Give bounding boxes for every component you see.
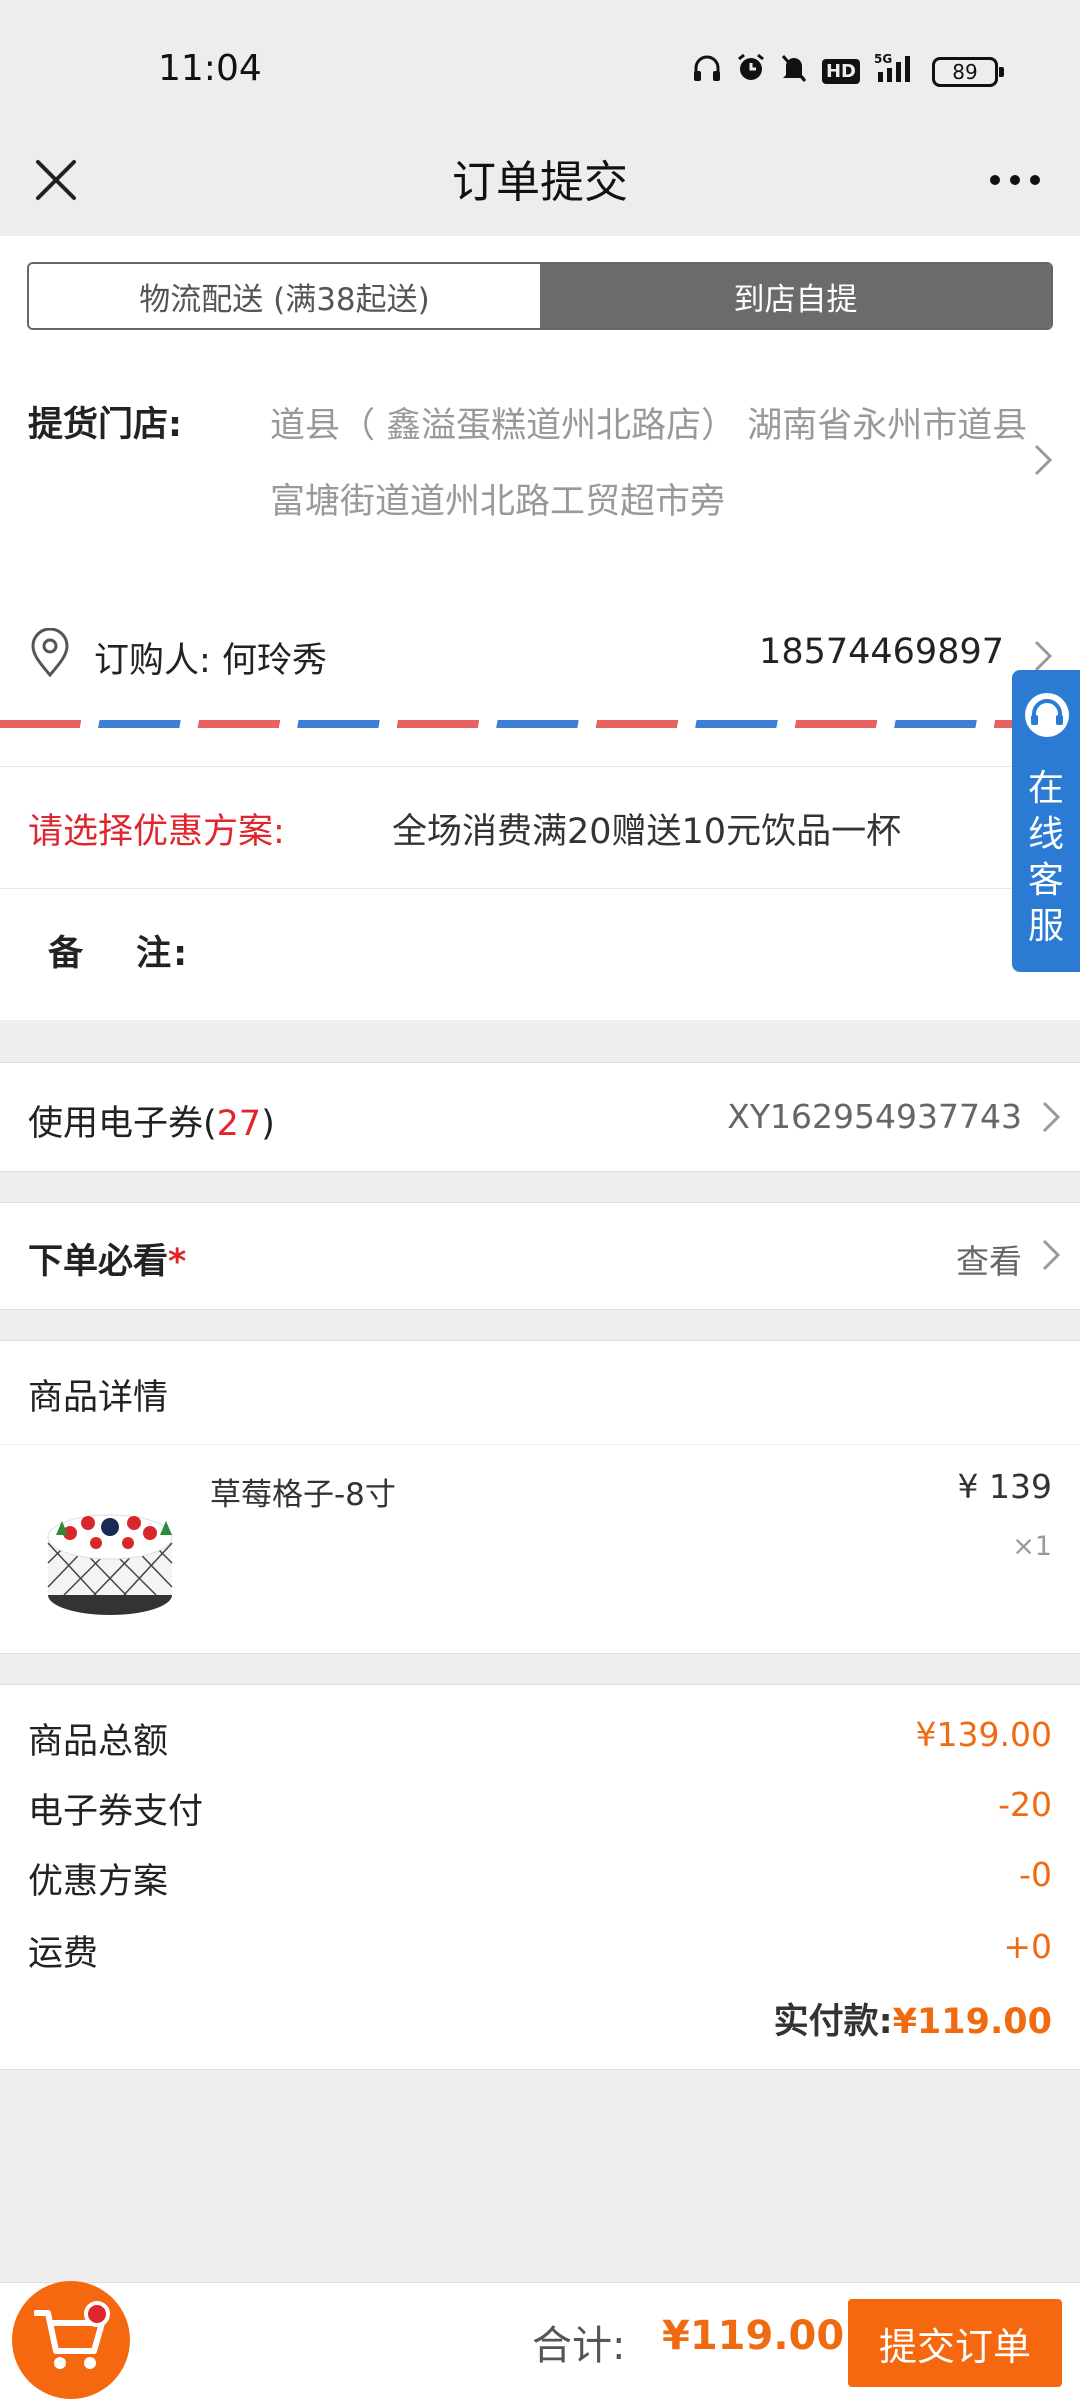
mute-icon bbox=[780, 53, 808, 90]
coupon-chevron[interactable] bbox=[1040, 1099, 1062, 1135]
tab-logistics[interactable]: 物流配送 (满38起送) bbox=[29, 264, 540, 328]
total-label: 合计: bbox=[532, 2323, 626, 2369]
promo-label: 请选择优惠方案: bbox=[28, 812, 285, 852]
summary-row: 优惠方案 -0 bbox=[0, 1853, 1080, 1913]
summary-label: 运费 bbox=[28, 1934, 99, 1974]
more-button[interactable] bbox=[980, 150, 1050, 210]
status-time: 11:04 bbox=[158, 48, 262, 89]
buyer-chevron[interactable] bbox=[1032, 638, 1054, 674]
actual-payment-amount: ¥119.00 bbox=[892, 2002, 1052, 2042]
signal-icon: 5G bbox=[874, 52, 918, 91]
required-mark: * bbox=[168, 1242, 187, 1282]
goods-header: 商品详情 bbox=[0, 1341, 1080, 1445]
battery-indicator: 89 bbox=[932, 56, 1004, 87]
airmail-divider bbox=[0, 720, 1080, 728]
summary-value: -20 bbox=[998, 1785, 1052, 1824]
store-address[interactable]: 道县（ 鑫溢蛋糕道州北路店） 湖南省永州市道县富塘街道道州北路工贸超市旁 bbox=[270, 388, 1050, 540]
online-service-button[interactable]: 在线客服 bbox=[1012, 670, 1080, 972]
status-bar: 11:04 HD 5G 89 bbox=[0, 0, 1080, 130]
headset-icon bbox=[1022, 690, 1072, 740]
chevron-right-icon bbox=[1034, 640, 1053, 672]
cart-button[interactable] bbox=[12, 2281, 130, 2399]
chevron-right-icon bbox=[1042, 1239, 1061, 1271]
summary-label: 优惠方案 bbox=[28, 1862, 169, 1902]
status-icons: HD 5G 89 bbox=[692, 52, 1004, 91]
tab-self-pickup[interactable]: 到店自提 bbox=[540, 264, 1051, 328]
promo-row[interactable]: 请选择优惠方案: 全场消费满20赠送10元饮品一杯 bbox=[0, 766, 1080, 882]
summary-label: 电子券支付 bbox=[28, 1792, 204, 1832]
coupon-count: 27 bbox=[216, 1104, 262, 1144]
cake-image bbox=[36, 1483, 184, 1623]
goods-item[interactable]: 草莓格子-8寸 ¥ 139 ×1 bbox=[0, 1445, 1080, 1655]
coupon-code: XY162954937743 bbox=[727, 1097, 1022, 1136]
goods-name: 草莓格子-8寸 bbox=[210, 1477, 396, 1513]
remark-row[interactable]: 备 注: bbox=[0, 888, 1080, 1004]
goods-quantity: ×1 bbox=[1012, 1531, 1052, 1562]
summary-value: +0 bbox=[1003, 1927, 1052, 1966]
goods-price: ¥ 139 bbox=[957, 1467, 1052, 1506]
buyer-name: 何玲秀 bbox=[221, 641, 327, 681]
summary-label: 商品总额 bbox=[28, 1722, 169, 1762]
summary-row: 商品总额 ¥139.00 bbox=[0, 1713, 1080, 1773]
location-icon bbox=[28, 627, 72, 678]
header: 订单提交 bbox=[0, 130, 1080, 236]
buyer-row[interactable]: 订购人: 何玲秀 18574469897 bbox=[0, 606, 1080, 706]
notice-view-link[interactable]: 查看 bbox=[956, 1235, 1022, 1283]
summary-value: ¥139.00 bbox=[915, 1715, 1052, 1754]
coupon-row[interactable]: 使用电子券(27) XY162954937743 bbox=[0, 1062, 1080, 1172]
actual-payment-label: 实付款: bbox=[773, 2002, 893, 2042]
coupon-label: 使用电子券(27) bbox=[28, 1104, 275, 1144]
cart-badge bbox=[84, 2301, 110, 2327]
notice-label: 下单必看* bbox=[28, 1242, 187, 1282]
submit-order-button[interactable]: 提交订单 bbox=[848, 2299, 1062, 2387]
buyer-label: 订购人: 何玲秀 bbox=[94, 641, 327, 681]
store-chevron[interactable] bbox=[1032, 442, 1054, 478]
goods-section: 商品详情 草莓格子-8寸 ¥ 139 ×1 bbox=[0, 1340, 1080, 1654]
alarm-icon bbox=[736, 53, 766, 90]
order-info-panel: 物流配送 (满38起送) 到店自提 提货门店: 道县（ 鑫溢蛋糕道州北路店） 湖… bbox=[0, 236, 1080, 1020]
buyer-phone: 18574469897 bbox=[759, 632, 1004, 672]
online-service-label: 在线客服 bbox=[1028, 768, 1065, 947]
actual-payment: 实付款:¥119.00 bbox=[774, 1993, 1052, 2044]
headphones-icon bbox=[692, 54, 722, 89]
bottom-bar: 合计: ¥119.00 提交订单 bbox=[0, 2281, 1080, 2400]
page-title: 订单提交 bbox=[452, 157, 628, 208]
chevron-right-icon bbox=[1042, 1101, 1061, 1133]
summary-row: 运费 +0 bbox=[0, 1925, 1080, 1985]
total-amount: ¥119.00 bbox=[662, 2313, 845, 2359]
store-label: 提货门店: bbox=[28, 405, 182, 445]
remark-label: 备 注: bbox=[48, 934, 190, 974]
goods-header-title: 商品详情 bbox=[28, 1378, 169, 1418]
more-icon bbox=[990, 175, 1000, 185]
promo-value[interactable]: 全场消费满20赠送10元饮品一杯 bbox=[392, 803, 901, 854]
chevron-right-icon bbox=[1034, 444, 1053, 476]
price-summary: 商品总额 ¥139.00 电子券支付 -20 优惠方案 -0 运费 +0 实付款… bbox=[0, 1684, 1080, 2070]
delivery-mode-tabs: 物流配送 (满38起送) 到店自提 bbox=[27, 262, 1053, 330]
notice-chevron[interactable] bbox=[1040, 1237, 1062, 1273]
hd-badge: HD bbox=[821, 59, 860, 84]
summary-value: -0 bbox=[1019, 1855, 1052, 1894]
svg-text:5G: 5G bbox=[874, 52, 892, 66]
summary-row: 电子券支付 -20 bbox=[0, 1783, 1080, 1843]
order-notice-row[interactable]: 下单必看* 查看 bbox=[0, 1202, 1080, 1310]
